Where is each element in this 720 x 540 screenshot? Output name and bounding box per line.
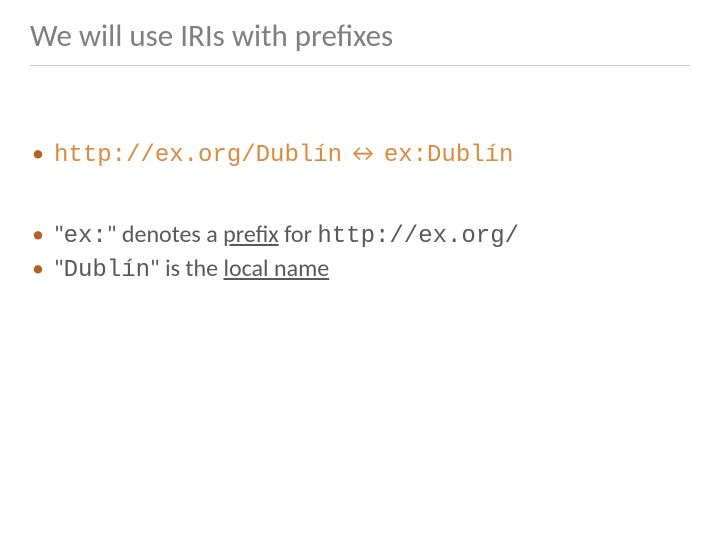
title-rule: [30, 65, 690, 66]
bullet-item-3: "Dublín" is the local name: [30, 253, 690, 287]
prefixed-iri: ex:Dublín: [384, 142, 514, 169]
quote-open: ": [54, 220, 64, 249]
local-name: local name: [223, 254, 329, 283]
bullet-item-1: http://ex.org/Dublín ↔ ex:Dublín: [30, 138, 690, 172]
for-text: for: [279, 220, 318, 249]
local-code: Dublín: [64, 257, 150, 284]
prefix-code: ex:: [64, 223, 107, 250]
base-iri: http://ex.org/: [317, 223, 519, 250]
slide-body: http://ex.org/Dublín ↔ ex:Dublín "ex:" d…: [30, 138, 690, 287]
quote-close-is: " is the: [150, 254, 223, 283]
quote-close-denotes: " denotes a: [107, 220, 223, 249]
slide-title: We will use IRIs with prefixes: [30, 18, 690, 55]
quote-open-2: ": [54, 254, 64, 283]
slide: We will use IRIs with prefixes http://ex…: [0, 0, 720, 540]
full-iri: http://ex.org/Dublín: [54, 142, 342, 169]
arrow-icon: ↔: [342, 139, 384, 168]
bullet-list: http://ex.org/Dublín ↔ ex:Dublín "ex:" d…: [30, 138, 690, 287]
bullet-item-2: "ex:" denotes a prefix for http://ex.org…: [30, 219, 690, 253]
prefix-word: prefix: [223, 220, 279, 249]
